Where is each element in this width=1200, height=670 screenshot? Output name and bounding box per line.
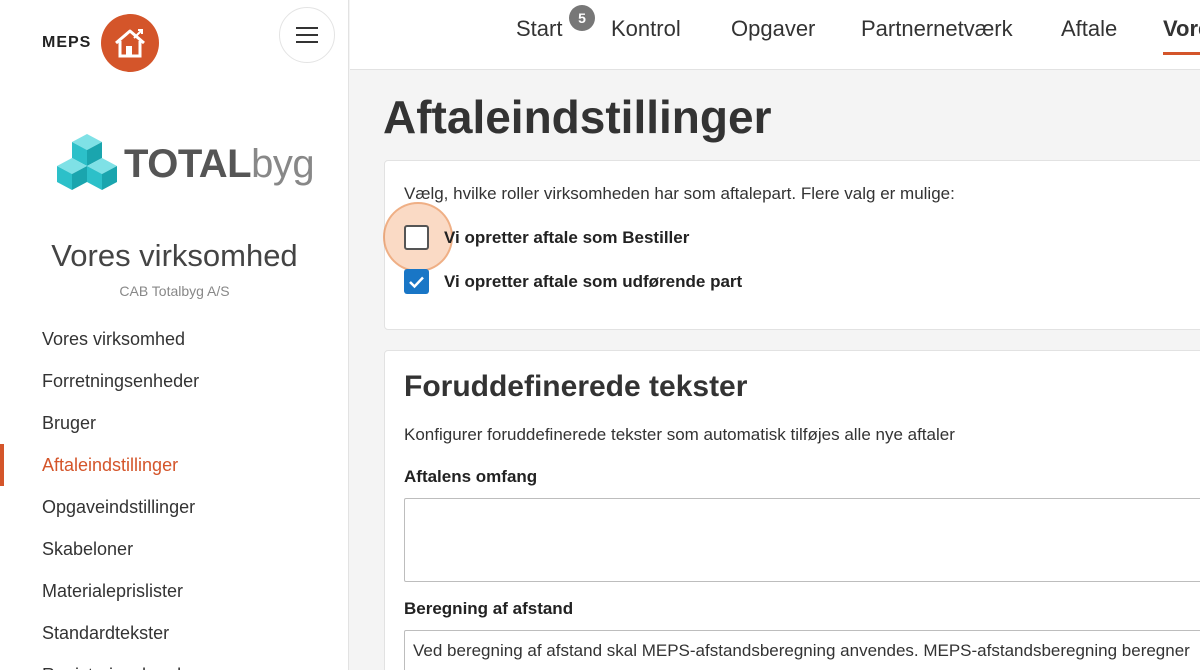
bestiller-checkbox[interactable] (404, 225, 429, 250)
house-icon (101, 14, 160, 72)
beregning-af-afstand-label: Beregning af afstand (404, 599, 574, 618)
section-title: Foruddefinerede tekster (404, 370, 748, 403)
hamburger-icon (296, 27, 318, 29)
tab-vores[interactable]: Vores (1163, 16, 1200, 55)
page-title: Aftaleindstillinger (383, 91, 772, 143)
sidebar-item-bruger[interactable]: Bruger (0, 402, 348, 444)
beregning-af-afstand-field[interactable]: Ved beregning af afstand skal MEPS-afsta… (404, 630, 1200, 670)
udfoerende-label: Vi opretter aftale som udførende part (444, 271, 743, 291)
section-description: Konfigurer foruddefinerede tekster som a… (404, 425, 955, 444)
sidebar-item-materialeprislister[interactable]: Materialeprislister (0, 570, 348, 612)
company-logo-bold: TOTAL (124, 141, 252, 186)
sidebar-item-skabeloner[interactable]: Skabeloner (0, 528, 348, 570)
cubes-icon (57, 134, 117, 190)
sidebar-item-forretningsenheder[interactable]: Forretningsenheder (0, 360, 348, 402)
sidebar-item-opgaveindstillinger[interactable]: Opgaveindstillinger (0, 486, 348, 528)
aftalens-omfang-label: Aftalens omfang (404, 467, 538, 486)
role-option-udfoerende[interactable]: Vi opretter aftale som udførende part (404, 269, 742, 294)
tab-kontrol[interactable]: Kontrol (611, 16, 681, 42)
company-logo: TOTALbyg (56, 132, 315, 196)
tab-aftale[interactable]: Aftale (1061, 16, 1117, 42)
company-logo-light: byg (251, 141, 315, 186)
notification-badge: 5 (569, 5, 595, 31)
role-option-bestiller[interactable]: Vi opretter aftale som Bestiller (404, 225, 689, 250)
sidebar-nav: Vores virksomhed Forretningsenheder Brug… (0, 318, 348, 670)
organization-subtitle: CAB Totalbyg A/S (119, 283, 230, 299)
roles-intro: Vælg, hvilke roller virksomheden har som… (404, 184, 955, 203)
brand-name: MEPS (42, 34, 92, 51)
hamburger-menu-button[interactable] (279, 7, 335, 63)
checkmark-icon (409, 276, 424, 288)
udfoerende-checkbox[interactable] (404, 269, 429, 294)
tab-opgaver[interactable]: Opgaver (731, 16, 815, 42)
tab-start[interactable]: Start (516, 16, 562, 42)
brand-logo[interactable]: MEPS (42, 14, 160, 72)
sidebar-item-aftaleindstillinger[interactable]: Aftaleindstillinger (0, 444, 348, 486)
tab-partnernetvaerk[interactable]: Partnernetværk (861, 16, 1013, 42)
top-nav: Start 5 Kontrol Opgaver Partnernetværk A… (350, 0, 1200, 70)
sidebar-item-standardtekster[interactable]: Standardtekster (0, 612, 348, 654)
organization-title: Vores virksomhed (51, 238, 298, 273)
aftalens-omfang-field[interactable] (404, 498, 1200, 582)
sidebar-item-vores-virksomhed[interactable]: Vores virksomhed (0, 318, 348, 360)
bestiller-label: Vi opretter aftale som Bestiller (444, 227, 690, 247)
sidebar: MEPS TOTALbyg Vores virksomhed CAB Total… (0, 0, 349, 670)
sidebar-item-registeringshaydr[interactable]: Registeringshaydr (0, 654, 348, 670)
